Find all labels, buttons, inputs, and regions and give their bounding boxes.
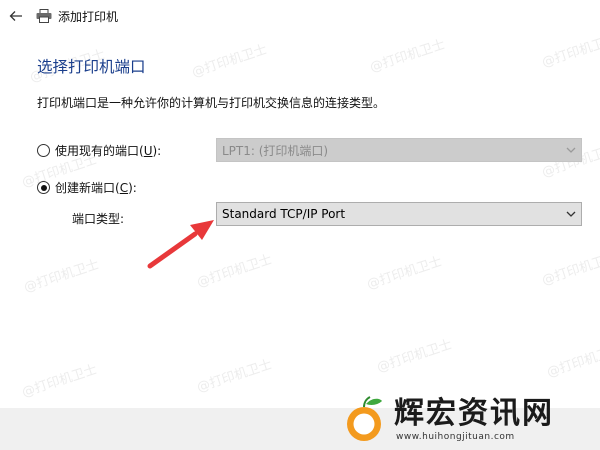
- radio-label-existing: 使用现有的端口(U):: [55, 144, 162, 158]
- arrow-left-icon: [9, 11, 22, 21]
- chevron-down-icon: [566, 147, 576, 153]
- watermark: @打印机卫士: [365, 254, 445, 293]
- red-arrow-annotation: [147, 220, 214, 269]
- watermark: @打印机卫士: [375, 337, 455, 376]
- radio-new-port[interactable]: 创建新端口(C):: [37, 179, 137, 196]
- existing-port-select[interactable]: LPT1: (打印机端口): [216, 138, 582, 162]
- logo-text: 辉宏资讯网: [394, 396, 554, 431]
- radio-button[interactable]: [37, 144, 50, 157]
- site-logo: 辉宏资讯网 www.huihongjituan.com: [342, 388, 600, 450]
- radio-existing-port[interactable]: 使用现有的端口(U):: [37, 142, 161, 159]
- watermark: @打印机卫士: [22, 257, 102, 296]
- port-type-select[interactable]: Standard TCP/IP Port: [216, 202, 582, 226]
- radio-label-new: 创建新端口(C):: [55, 181, 137, 195]
- title-bar: 添加打印机: [0, 0, 600, 32]
- chevron-down-icon: [566, 211, 576, 217]
- watermark: @打印机卫士: [20, 362, 100, 401]
- logo-url: www.huihongjituan.com: [396, 432, 515, 442]
- orange-fruit-icon: [347, 396, 382, 441]
- watermark: @打印机卫士: [540, 250, 600, 289]
- back-button[interactable]: [2, 2, 30, 30]
- port-type-value: Standard TCP/IP Port: [222, 207, 346, 221]
- watermark: @打印机卫士: [368, 37, 448, 76]
- printer-icon: [36, 9, 52, 23]
- watermark: @打印机卫士: [540, 32, 600, 71]
- page-title: 选择打印机端口: [37, 58, 146, 76]
- watermark: @打印机卫士: [545, 342, 600, 381]
- page-description: 打印机端口是一种允许你的计算机与打印机交换信息的连接类型。: [37, 96, 386, 110]
- window-title: 添加打印机: [58, 9, 119, 24]
- watermark: @打印机卫士: [190, 42, 270, 81]
- existing-port-value: LPT1: (打印机端口): [222, 143, 329, 158]
- radio-button-checked[interactable]: [37, 181, 50, 194]
- port-type-label: 端口类型:: [72, 212, 125, 226]
- watermark: @打印机卫士: [195, 357, 275, 396]
